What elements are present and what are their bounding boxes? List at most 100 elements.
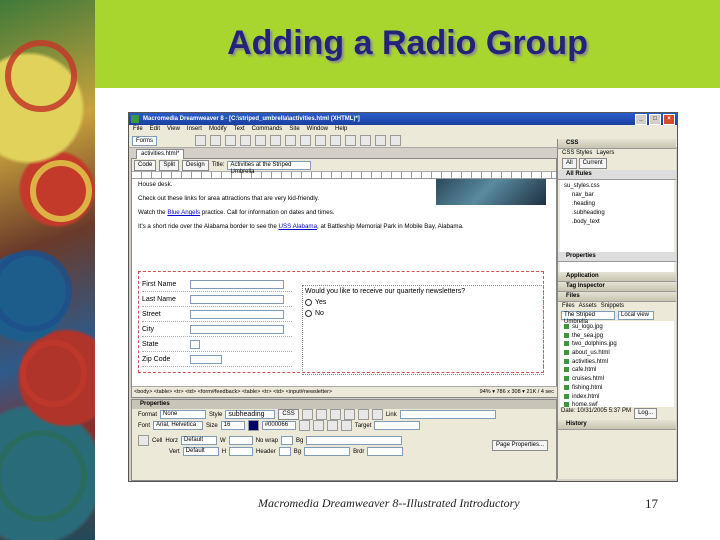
label-icon[interactable]	[375, 135, 386, 146]
align-right-icon[interactable]	[357, 409, 369, 420]
insert-category-dropdown[interactable]: Forms	[132, 135, 157, 146]
tab-layers[interactable]: Layers	[596, 150, 614, 156]
current-button[interactable]: Current	[578, 158, 607, 169]
menu-site[interactable]: Site	[289, 125, 299, 134]
border-color-field[interactable]	[367, 447, 404, 456]
state-field[interactable]	[190, 339, 200, 349]
form-icon[interactable]	[195, 135, 206, 146]
menu-edit[interactable]: Edit	[150, 125, 160, 134]
target-dropdown[interactable]	[374, 421, 421, 430]
unordered-list-icon[interactable]	[298, 420, 310, 431]
menu-text[interactable]: Text	[234, 125, 245, 134]
css-panel-header[interactable]: CSS	[558, 139, 676, 149]
radio-yes[interactable]: Yes	[305, 299, 541, 306]
bg-field[interactable]	[306, 436, 403, 445]
rule-item[interactable]: .heading	[564, 200, 670, 209]
menu-modify[interactable]: Modify	[209, 125, 227, 134]
split-view-button[interactable]: Split	[159, 159, 180, 171]
files-panel-header[interactable]: Files	[558, 292, 676, 302]
menu-view[interactable]: View	[167, 125, 180, 134]
first-name-field[interactable]	[190, 279, 284, 289]
textarea-icon[interactable]	[240, 135, 251, 146]
radio-no[interactable]: No	[305, 310, 541, 317]
application-panel-header[interactable]: Application	[558, 272, 676, 282]
align-left-icon[interactable]	[329, 409, 341, 420]
radio-no-circle[interactable]	[305, 310, 312, 317]
site-dropdown[interactable]: The Striped Umbrella	[561, 311, 615, 325]
size-dropdown[interactable]: 16	[220, 421, 245, 430]
menu-file[interactable]: File	[133, 125, 143, 134]
log-button[interactable]: Log...	[634, 408, 658, 419]
bg-color-field[interactable]	[304, 447, 351, 456]
file-item[interactable]: su_logo.jpg	[564, 323, 670, 332]
street-field[interactable]	[190, 309, 284, 319]
tab-assets[interactable]: Assets	[579, 303, 597, 309]
last-name-field[interactable]	[190, 294, 284, 304]
rule-item[interactable]: .body_text	[564, 218, 670, 227]
file-item[interactable]: index.html	[564, 393, 670, 402]
radio-yes-circle[interactable]	[305, 299, 312, 306]
file-item[interactable]: fishing.html	[564, 384, 670, 393]
file-item[interactable]: cruises.html	[564, 375, 670, 384]
link-field[interactable]	[399, 410, 496, 419]
indent-icon[interactable]	[340, 420, 352, 431]
checkbox-icon[interactable]	[255, 135, 266, 146]
list-menu-icon[interactable]	[300, 135, 311, 146]
button-icon[interactable]	[360, 135, 371, 146]
history-panel-header[interactable]: History	[558, 420, 676, 430]
file-item[interactable]: two_dolphins.jpg	[564, 340, 670, 349]
design-view-button[interactable]: Design	[182, 159, 209, 171]
vert-dropdown[interactable]: Default	[182, 447, 219, 456]
color-field[interactable]: #000066	[261, 421, 296, 430]
justify-icon[interactable]	[371, 409, 383, 420]
tag-path[interactable]: <body> <table> <tr> <td> <form#feedback>…	[134, 389, 332, 395]
rule-item[interactable]: .subheading	[564, 209, 670, 218]
bold-icon[interactable]	[301, 409, 313, 420]
width-field[interactable]	[228, 436, 253, 445]
rule-item[interactable]: nav_bar	[564, 191, 670, 200]
format-dropdown[interactable]: None	[160, 410, 207, 419]
outdent-icon[interactable]	[326, 420, 338, 431]
file-item[interactable]: activities.html	[564, 358, 670, 367]
zip-code-field[interactable]	[190, 354, 222, 364]
header-checkbox[interactable]	[278, 447, 291, 456]
radio-button-icon[interactable]	[270, 135, 281, 146]
css-button[interactable]: CSS	[278, 409, 299, 420]
document-tab[interactable]: activities.html*	[136, 149, 185, 159]
tag-inspector-panel-header[interactable]: Tag Inspector	[558, 282, 676, 292]
file-item[interactable]: about_us.html	[564, 349, 670, 358]
minimize-button[interactable]: _	[635, 114, 647, 125]
maximize-button[interactable]: □	[649, 114, 661, 125]
image-field-icon[interactable]	[330, 135, 341, 146]
font-dropdown[interactable]: Arial, Helvetica	[153, 421, 204, 430]
page-title-input[interactable]: Activities at the Striped Umbrella	[227, 160, 312, 175]
fieldset-icon[interactable]	[390, 135, 401, 146]
menu-insert[interactable]: Insert	[187, 125, 202, 134]
blue-angels-link[interactable]: Blue Angels	[167, 209, 200, 216]
jump-menu-icon[interactable]	[315, 135, 326, 146]
view-mode-dropdown[interactable]: Local view	[618, 311, 654, 320]
horz-dropdown[interactable]: Default	[181, 436, 218, 445]
ordered-list-icon[interactable]	[312, 420, 324, 431]
tab-snippets[interactable]: Snippets	[601, 303, 624, 309]
all-button[interactable]: All	[562, 158, 577, 169]
page-properties-button[interactable]: Page Properties...	[491, 440, 548, 451]
menu-commands[interactable]: Commands	[252, 125, 283, 134]
text-color-swatch[interactable]	[247, 420, 259, 431]
radio-group-icon[interactable]	[285, 135, 296, 146]
tab-css-styles[interactable]: CSS Styles	[562, 150, 592, 156]
hidden-field-icon[interactable]	[225, 135, 236, 146]
file-item[interactable]: cafe.html	[564, 366, 670, 375]
file-item[interactable]: the_sea.jpg	[564, 332, 670, 341]
menu-help[interactable]: Help	[335, 125, 347, 134]
height-field[interactable]	[229, 447, 254, 456]
italic-icon[interactable]	[315, 409, 327, 420]
style-dropdown[interactable]: subheading	[225, 410, 276, 419]
uss-alabama-link[interactable]: USS Alabama	[278, 223, 317, 230]
stylesheet-item[interactable]: su_styles.css	[564, 182, 670, 191]
menu-window[interactable]: Window	[307, 125, 328, 134]
text-field-icon[interactable]	[210, 135, 221, 146]
city-field[interactable]	[190, 324, 284, 334]
properties-header[interactable]: Properties	[132, 400, 556, 409]
no-wrap-checkbox[interactable]	[281, 436, 294, 445]
